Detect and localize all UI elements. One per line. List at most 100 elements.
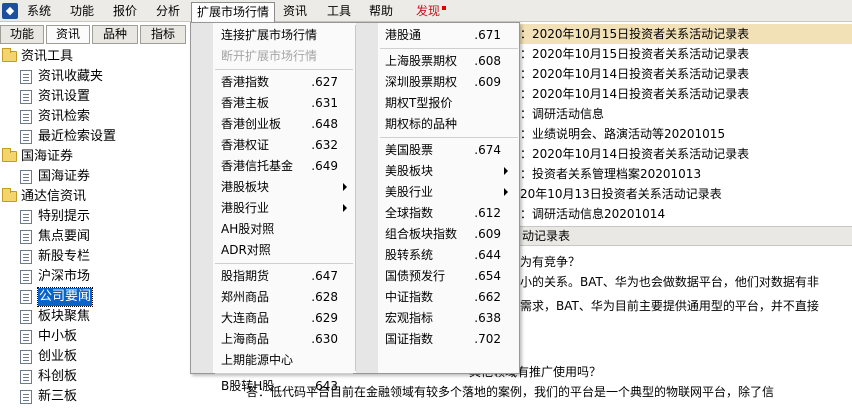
tree-item[interactable]: 新三板 <box>0 387 190 407</box>
menu-function[interactable]: 功能 <box>70 4 94 20</box>
menu-item-code: .643 <box>311 379 338 393</box>
menu-item[interactable]: 美股行业 <box>385 182 508 202</box>
tab-indicator[interactable]: 指标 <box>140 25 186 44</box>
menu-item[interactable]: 期权T型报价 <box>385 93 501 113</box>
menu-item[interactable]: 全球指数 .612 <box>385 203 501 223</box>
menu-item[interactable]: 上期能源中心 <box>221 350 338 370</box>
menu-item[interactable]: 美股板块 <box>385 161 508 181</box>
menu-separator <box>215 69 353 70</box>
tree-item[interactable]: 资讯收藏夹 <box>0 67 190 87</box>
news-list-item[interactable]: ：调研活动信息 <box>520 104 852 124</box>
document-icon <box>20 210 32 224</box>
menu-extended-market[interactable]: 扩展市场行情 <box>191 2 276 22</box>
menu-item[interactable]: 组合板块指数 .609 <box>385 224 501 244</box>
menu-news[interactable]: 资讯 <box>283 4 307 20</box>
menu-item[interactable]: 连接扩展市场行情 <box>221 25 338 45</box>
menu-item-label: B股转H股 <box>221 379 275 393</box>
menu-item[interactable]: 上海股票期权 .608 <box>385 51 501 71</box>
news-list-item[interactable]: ：2020年10月14日投资者关系活动记录表 <box>520 144 852 164</box>
menu-item[interactable]: 股转系统 .644 <box>385 245 501 265</box>
menu-item[interactable]: 香港权证 .632 <box>221 135 338 155</box>
tree-item-label: 国海证券 <box>21 149 74 164</box>
menu-item-code: .609 <box>474 227 501 241</box>
menu-item[interactable]: 港股通 .671 <box>385 25 501 45</box>
menu-item[interactable]: 大连商品 .629 <box>221 308 338 328</box>
menu-analysis[interactable]: 分析 <box>156 4 180 20</box>
detail-header: 动记录表 <box>520 226 852 246</box>
menu-item[interactable]: 美国股票 .674 <box>385 140 501 160</box>
news-list-item[interactable]: ：投资者关系管理档案20201013 <box>520 164 852 184</box>
tab-news[interactable]: 资讯 <box>46 25 90 44</box>
menu-item[interactable]: 中证指数 .662 <box>385 287 501 307</box>
left-tab-bar: 功能 资讯 品种 指标 <box>0 25 190 45</box>
tree-item[interactable]: 中小板 <box>0 327 190 347</box>
news-list-item[interactable]: ：2020年10月14日投资者关系活动记录表 <box>520 64 852 84</box>
tree-item[interactable]: 沪深市场 <box>0 267 190 287</box>
tree-item[interactable]: 创业板 <box>0 347 190 367</box>
notification-dot-icon <box>442 6 447 10</box>
menu-item[interactable]: 国证指数 .702 <box>385 329 501 349</box>
menu-item[interactable]: 港股行业 <box>221 198 347 218</box>
tree-item[interactable]: 公司要闻 <box>0 287 190 307</box>
menu-item[interactable]: 国债预发行 .654 <box>385 266 501 286</box>
tree-item-label: 资讯收藏夹 <box>38 69 104 84</box>
menu-item[interactable]: 上海商品 .630 <box>221 329 338 349</box>
tree-folder[interactable]: 资讯工具 <box>0 47 190 67</box>
tree-folder[interactable]: 国海证券 <box>0 147 190 167</box>
tree-item-label: 国海证券 <box>38 169 91 184</box>
menu-icon-stripe <box>191 23 213 373</box>
extended-market-dropdown: 连接扩展市场行情 断开扩展市场行情 香港指数 .627 香港主板 .631 香港创业板 .64… <box>190 22 520 393</box>
tab-function[interactable]: 功能 <box>0 25 44 44</box>
menu-quote[interactable]: 报价 <box>113 4 137 20</box>
menu-item[interactable]: 港股板块 <box>221 177 347 197</box>
tree-item-label: 资讯工具 <box>21 49 74 64</box>
news-list-item[interactable]: ：2020年10月15日投资者关系活动记录表 <box>520 24 852 44</box>
menu-separator <box>215 373 353 374</box>
news-list-item[interactable]: 20年10月13日投资者关系活动记录表 <box>520 184 852 204</box>
menu-system[interactable]: 系统 <box>27 4 51 20</box>
menu-item-label: 全球指数 <box>385 206 434 220</box>
tree-item[interactable]: 新股专栏 <box>0 247 190 267</box>
menu-discover[interactable]: 发现 <box>416 4 447 20</box>
tree-item[interactable]: 资讯检索 <box>0 107 190 127</box>
menu-item-label: 大连商品 <box>221 311 270 325</box>
news-list-item[interactable]: ：2020年10月14日投资者关系活动记录表 <box>520 84 852 104</box>
menu-item-code: .671 <box>474 28 501 42</box>
menu-tools[interactable]: 工具 <box>327 4 351 20</box>
menu-item[interactable]: B股转H股 .643 <box>221 376 338 396</box>
tab-variety[interactable]: 品种 <box>92 25 138 44</box>
menu-help[interactable]: 帮助 <box>369 4 393 20</box>
tree-item-label: 新股专栏 <box>38 249 91 264</box>
news-list-item[interactable]: ：业绩说明会、路演活动等20201015 <box>520 124 852 144</box>
tree-item[interactable]: 国海证券 <box>0 167 190 187</box>
tree-item[interactable]: 焦点要闻 <box>0 227 190 247</box>
menu-item[interactable]: 香港指数 .627 <box>221 72 338 92</box>
news-list-item[interactable]: ：调研活动信息20201014 <box>520 204 852 224</box>
menu-item[interactable]: 香港信托基金 .649 <box>221 156 338 176</box>
menu-item[interactable]: 香港创业板 .648 <box>221 114 338 134</box>
tree-item[interactable]: 板块聚焦 <box>0 307 190 327</box>
menu-item-label: 香港创业板 <box>221 117 282 131</box>
menu-item[interactable]: 深圳股票期权 .609 <box>385 72 501 92</box>
app-logo-icon[interactable]: ◆ <box>2 3 18 19</box>
detail-header-title: 动记录表 <box>522 229 571 243</box>
menu-item[interactable]: 宏观指标 .638 <box>385 308 501 328</box>
news-list-item[interactable]: ：2020年10月15日投资者关系活动记录表 <box>520 44 852 64</box>
menu-separator <box>380 137 518 138</box>
tree-item[interactable]: 最近检索设置 <box>0 127 190 147</box>
news-list: ：2020年10月15日投资者关系活动记录表 ：2020年10月15日投资者关系活… <box>520 22 852 408</box>
menu-item-code: .647 <box>311 269 338 283</box>
tree-item[interactable]: 特别提示 <box>0 207 190 227</box>
menu-item[interactable]: 郑州商品 .628 <box>221 287 338 307</box>
document-icon <box>20 90 32 104</box>
tree-folder[interactable]: 通达信资讯 <box>0 187 190 207</box>
menu-item[interactable]: AH股对照 <box>221 219 338 239</box>
menu-item[interactable]: ADR对照 <box>221 240 338 260</box>
tree-item[interactable]: 资讯设置 <box>0 87 190 107</box>
menu-item[interactable]: 股指期货 .647 <box>221 266 338 286</box>
menu-item[interactable]: 期权标的品种 <box>385 114 501 134</box>
menu-item[interactable]: 香港主板 .631 <box>221 93 338 113</box>
detail-text-line: 需求，BAT、华为目前主要提供通用型的平台，并不直接 <box>520 299 819 313</box>
tree-item[interactable]: 科创板 <box>0 367 190 387</box>
menu-item-code: .644 <box>474 248 501 262</box>
